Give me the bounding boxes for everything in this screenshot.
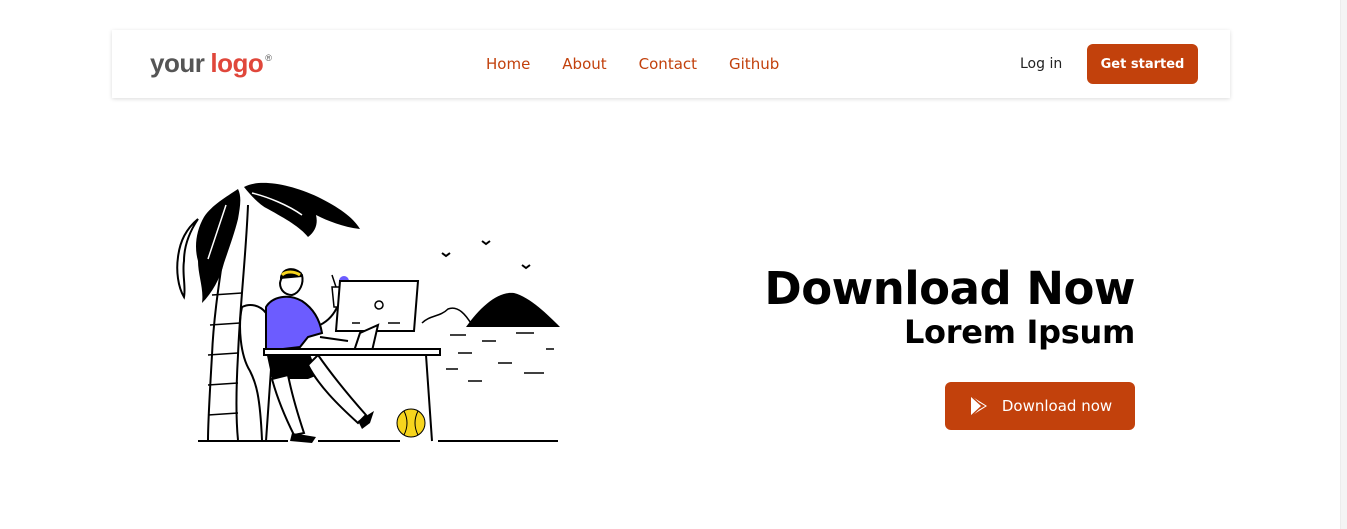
google-play-icon [968, 394, 992, 418]
nav-link-contact[interactable]: Contact [639, 55, 697, 73]
nav-link-about[interactable]: About [562, 55, 606, 73]
nav-link-home[interactable]: Home [486, 55, 530, 73]
hero-subtitle: Lorem Ipsum [903, 313, 1135, 351]
brand-logo[interactable]: your logo ® [150, 48, 272, 80]
beach-laptop-illustration [176, 182, 560, 443]
logo-text-logo: logo [210, 48, 264, 78]
logo-text-your: your [150, 48, 205, 78]
scrollbar-track[interactable] [1340, 0, 1347, 529]
registered-mark: ® [265, 53, 272, 63]
nav-link-github[interactable]: Github [729, 55, 779, 73]
hero-title: Download Now [764, 262, 1135, 315]
main-nav: Home About Contact Github [486, 30, 779, 98]
top-navbar: your logo ® Home About Contact Github Lo… [112, 30, 1230, 98]
login-link[interactable]: Log in [1020, 30, 1062, 98]
download-now-label: Download now [1001, 397, 1113, 415]
download-now-button[interactable]: Download now [945, 382, 1135, 430]
get-started-button[interactable]: Get started [1087, 44, 1198, 84]
